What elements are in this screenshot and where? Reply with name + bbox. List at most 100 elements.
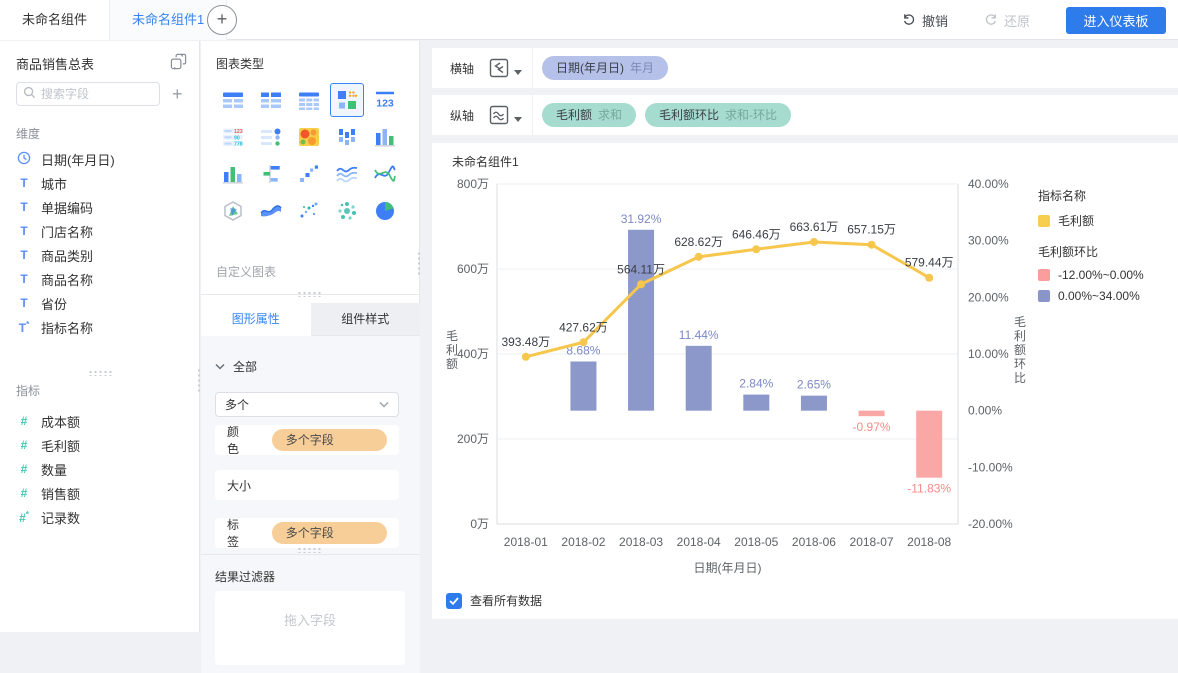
chart-widget-card[interactable]: 未命名组件1 800万 600万 400万 200万 0万 40.00% 30.00% 20.… — [432, 143, 1178, 619]
haxis-style-icon — [489, 58, 509, 78]
section-resize-handle[interactable] — [88, 370, 114, 376]
metric-3[interactable]: # 销售额 — [16, 481, 191, 505]
chart-type-pie-chart[interactable] — [366, 192, 404, 229]
legend-range-item-1[interactable]: 0.00%~34.00% — [1038, 289, 1174, 303]
redo-icon — [984, 12, 998, 29]
metric-4[interactable]: #* 记录数 — [16, 505, 191, 529]
svg-text:日期(年月日): 日期(年月日) — [694, 561, 762, 575]
chevron-down-icon — [379, 402, 389, 408]
property-field-pill[interactable]: 多个字段 — [271, 429, 387, 451]
chart-type-column-chart[interactable] — [366, 118, 404, 155]
view-all-checkbox[interactable] — [446, 592, 462, 609]
metric-0[interactable]: # 成本额 — [16, 409, 191, 433]
chart-type-bubble-chart[interactable] — [328, 192, 366, 229]
svg-text:393.48万: 393.48万 — [501, 335, 550, 349]
dimension-5[interactable]: T 商品名称 — [16, 267, 191, 291]
property-field-pill[interactable]: 多个字段 — [271, 522, 387, 544]
property-card-2[interactable]: 标签 多个字段 — [215, 518, 399, 549]
chart-type-cross-table[interactable] — [252, 81, 290, 118]
property-card-1[interactable]: 大小 — [215, 470, 399, 500]
legend-swatch — [1038, 290, 1050, 302]
metric-label: 数量 — [41, 462, 68, 478]
combo-chart[interactable]: 800万 600万 400万 200万 0万 40.00% 30.00% 20.00% 10.0… — [440, 170, 1040, 582]
filter-dropzone[interactable]: 拖入字段 — [215, 591, 405, 665]
chart-type-step-scatter[interactable] — [290, 155, 328, 192]
legend-item-0[interactable]: 毛利额 — [1038, 212, 1174, 229]
tab-component-style[interactable]: 组件样式 — [310, 303, 420, 336]
chart-type-area-chart[interactable] — [328, 155, 366, 192]
dimension-2[interactable]: T 单据编码 — [16, 195, 191, 219]
vaxis-caret-icon — [514, 116, 522, 122]
vaxis-pill-0[interactable]: 毛利额 求和 — [542, 103, 637, 127]
all-section-row[interactable]: 全部 — [215, 358, 257, 375]
result-filter-section: 结果过滤器 拖入字段 — [201, 554, 420, 673]
number-field-icon: # — [20, 438, 28, 452]
chart-type-radar-chart[interactable] — [214, 192, 252, 229]
chart-type-bar-chart[interactable] — [252, 155, 290, 192]
tab-graph-properties[interactable]: 图形属性 — [201, 303, 311, 336]
dimension-7[interactable]: T* 指标名称 — [16, 315, 191, 339]
chart-type-line-chart[interactable] — [366, 155, 404, 192]
dimension-3[interactable]: T 门店名称 — [16, 219, 191, 243]
dimensions-section-label: 维度 — [16, 127, 41, 141]
chart-type-kpi-card[interactable]: 123 — [366, 81, 404, 118]
dot-rows-icon — [254, 120, 288, 154]
svg-text:600万: 600万 — [457, 262, 489, 276]
legend-range-label: 0.00%~34.00% — [1058, 289, 1140, 303]
calc-text-field-icon: T* — [18, 319, 30, 335]
chart-legend: 指标名称 毛利额 毛利额环比 -12.00%~0.00% 0.00%~34.00% — [1038, 187, 1174, 310]
component-tab-0[interactable]: 未命名组件 — [0, 0, 111, 40]
property-label: 颜色 — [227, 425, 240, 456]
chart-type-column-multi[interactable] — [214, 155, 252, 192]
view-all-data-row: 查看所有数据 — [446, 592, 542, 609]
undo-button[interactable]: 撤销 — [902, 11, 948, 30]
collapse-chevron-icon — [215, 363, 225, 370]
chart-type-metric-rows[interactable]: 123 90 778 — [214, 118, 252, 155]
metrics-section-label: 指标 — [16, 384, 41, 398]
haxis-style-button[interactable] — [488, 57, 522, 79]
switch-table-icon[interactable] — [170, 53, 187, 73]
svg-text:200万: 200万 — [457, 432, 489, 446]
chart-type-combo-blocks[interactable] — [328, 118, 366, 155]
dimension-0[interactable]: 日期(年月日) — [16, 147, 191, 171]
vaxis-label: 纵轴 — [450, 108, 475, 123]
metric-2[interactable]: # 数量 — [16, 457, 191, 481]
svg-text:579.44万: 579.44万 — [905, 256, 954, 270]
dimension-6[interactable]: T 省份 — [16, 291, 191, 315]
svg-text:0.00%: 0.00% — [968, 404, 1002, 418]
chart-type-detail-table[interactable] — [290, 81, 328, 118]
dimension-label: 日期(年月日) — [41, 152, 115, 168]
add-field-icon[interactable]: + — [172, 85, 183, 103]
haxis-pill-0[interactable]: 日期(年月日) 年月 — [542, 56, 669, 80]
series-select[interactable]: 多个 — [215, 392, 399, 417]
chart-type-grid: 123 123 90 778 — [214, 81, 406, 229]
chart-type-group-table[interactable] — [214, 81, 252, 118]
enter-dashboard-button[interactable]: 进入仪表板 — [1066, 6, 1166, 34]
add-component-button[interactable]: + — [207, 5, 237, 35]
property-tabs: 图形属性 组件样式 — [201, 303, 420, 336]
metric-1[interactable]: # 毛利额 — [16, 433, 191, 457]
property-card-0[interactable]: 颜色 多个字段 — [215, 425, 399, 456]
vaxis-style-icon — [489, 105, 509, 125]
dimension-label: 单据编码 — [41, 200, 94, 216]
custom-chart-label[interactable]: 自定义图表 — [216, 263, 276, 280]
dimension-1[interactable]: T 城市 — [16, 171, 191, 195]
chart-type-block-grid[interactable] — [328, 81, 366, 118]
chart-type-scatter-chart[interactable] — [290, 192, 328, 229]
vaxis-pill-1[interactable]: 毛利额环比 求和-环比 — [645, 103, 792, 127]
vaxis-style-button[interactable] — [488, 104, 522, 126]
redo-button[interactable]: 还原 — [984, 11, 1030, 30]
svg-text:2.65%: 2.65% — [797, 378, 831, 392]
legend-range-item-0[interactable]: -12.00%~0.00% — [1038, 268, 1174, 282]
dimension-4[interactable]: T 商品类别 — [16, 243, 191, 267]
view-all-label: 查看所有数据 — [470, 594, 543, 608]
search-input[interactable] — [41, 87, 151, 101]
svg-text:2.84%: 2.84% — [739, 377, 773, 391]
scatter-chart-icon — [292, 194, 326, 228]
redo-label: 还原 — [1003, 13, 1030, 29]
panel-splitter[interactable] — [201, 291, 420, 297]
chart-type-dot-rows[interactable] — [252, 118, 290, 155]
chart-type-heat-map[interactable] — [290, 118, 328, 155]
chart-type-flow-chart[interactable] — [252, 192, 290, 229]
number-field-icon: # — [20, 414, 28, 428]
